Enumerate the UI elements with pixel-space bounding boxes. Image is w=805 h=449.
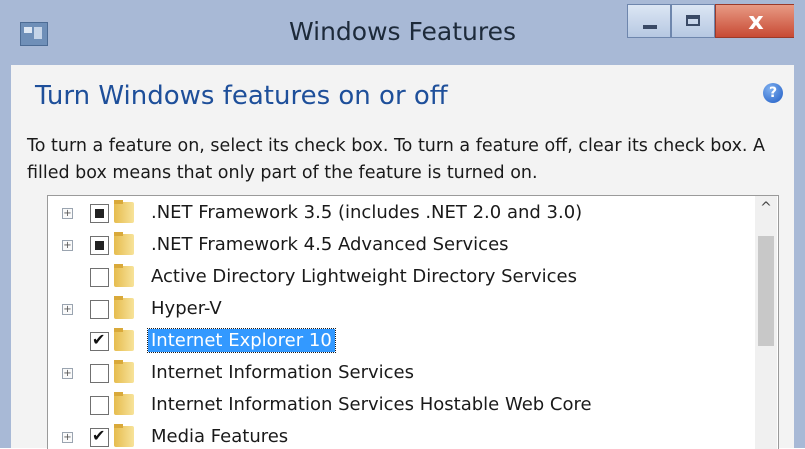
feature-checkbox[interactable]: [90, 426, 109, 447]
close-icon: x: [748, 7, 764, 35]
minimize-button[interactable]: [627, 4, 671, 38]
instructions-text: To turn a feature on, select its check b…: [27, 136, 766, 183]
feature-label[interactable]: Internet Explorer 10: [147, 328, 336, 353]
folder-icon: [114, 360, 134, 383]
feature-row[interactable]: Active Directory Lightweight Directory S…: [48, 262, 748, 294]
folder-icon: [114, 296, 134, 319]
expand-plus-icon[interactable]: +: [62, 368, 73, 379]
feature-checkbox[interactable]: [90, 236, 109, 255]
minimize-icon: [643, 25, 657, 29]
feature-label[interactable]: Hyper-V: [148, 297, 225, 320]
folder-icon: [114, 232, 134, 255]
window-frame-left: [0, 0, 11, 448]
feature-checkbox[interactable]: [90, 204, 109, 223]
expand-plus-icon[interactable]: +: [62, 208, 73, 219]
feature-row[interactable]: Internet Explorer 10: [48, 326, 748, 358]
feature-label[interactable]: Active Directory Lightweight Directory S…: [148, 265, 580, 288]
feature-row[interactable]: + .NET Framework 3.5 (includes .NET 2.0 a…: [48, 198, 748, 230]
feature-row[interactable]: Internet Information Services Hostable W…: [48, 390, 748, 422]
dialog-content: Turn Windows features on or off ? To tur…: [11, 65, 794, 449]
expand-plus-icon[interactable]: +: [62, 304, 73, 315]
feature-label[interactable]: Media Features: [148, 425, 291, 448]
maximize-icon: [686, 15, 700, 26]
scroll-up-icon[interactable]: ^: [755, 200, 777, 222]
feature-row[interactable]: + Hyper-V: [48, 294, 748, 326]
window-frame-right: [794, 0, 805, 448]
expand-plus-icon[interactable]: +: [62, 240, 73, 251]
windows-features-window: Windows Features x Turn Windows features…: [0, 0, 805, 449]
feature-checkbox[interactable]: [90, 396, 109, 415]
feature-label[interactable]: .NET Framework 3.5 (includes .NET 2.0 an…: [148, 201, 585, 224]
folder-icon: [114, 264, 134, 287]
feature-checkbox[interactable]: [90, 300, 109, 319]
expand-plus-icon[interactable]: +: [62, 432, 73, 443]
feature-label[interactable]: Internet Information Services Hostable W…: [148, 393, 595, 416]
folder-icon: [114, 424, 134, 447]
close-button[interactable]: x: [715, 4, 795, 38]
feature-label[interactable]: .NET Framework 4.5 Advanced Services: [148, 233, 512, 256]
feature-row[interactable]: + .NET Framework 4.5 Advanced Services: [48, 230, 748, 262]
feature-row[interactable]: + Media Features: [48, 422, 748, 449]
feature-checkbox[interactable]: [90, 330, 109, 351]
feature-row[interactable]: + Internet Information Services: [48, 358, 748, 390]
folder-icon: [114, 392, 134, 415]
feature-label[interactable]: Internet Information Services: [148, 361, 417, 384]
feature-checkbox[interactable]: [90, 364, 109, 383]
features-tree[interactable]: + .NET Framework 3.5 (includes .NET 2.0 a…: [47, 195, 779, 449]
maximize-button[interactable]: [671, 4, 715, 38]
page-heading: Turn Windows features on or off: [35, 81, 448, 111]
help-icon[interactable]: ?: [763, 83, 783, 103]
scroll-thumb[interactable]: [758, 236, 774, 346]
folder-icon: [114, 328, 134, 351]
vertical-scrollbar[interactable]: ^: [755, 196, 777, 449]
title-bar[interactable]: Windows Features x: [0, 0, 805, 65]
folder-icon: [114, 200, 134, 223]
feature-checkbox[interactable]: [90, 268, 109, 287]
